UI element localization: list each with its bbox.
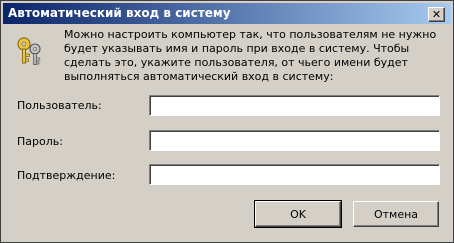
confirm-label: Подтверждение: [17, 169, 116, 182]
keys-icon [17, 37, 41, 65]
autologon-dialog: Автоматический вход в систему ✕ Можно на… [0, 0, 454, 243]
password-label: Пароль: [17, 135, 63, 148]
password-field[interactable] [149, 130, 440, 151]
close-icon: ✕ [431, 8, 442, 21]
window-title: Автоматический вход в систему [8, 6, 231, 20]
confirm-password-field[interactable] [149, 164, 440, 185]
cancel-button[interactable]: Отмена [353, 201, 439, 227]
close-button[interactable]: ✕ [428, 7, 445, 22]
title-bar[interactable]: Автоматический вход в систему ✕ [3, 3, 451, 24]
instructions-text: Можно настроить компьютер так, что польз… [64, 28, 437, 83]
ok-button[interactable]: OK [254, 200, 342, 228]
user-label: Пользователь: [17, 99, 102, 112]
user-field[interactable] [149, 95, 440, 116]
